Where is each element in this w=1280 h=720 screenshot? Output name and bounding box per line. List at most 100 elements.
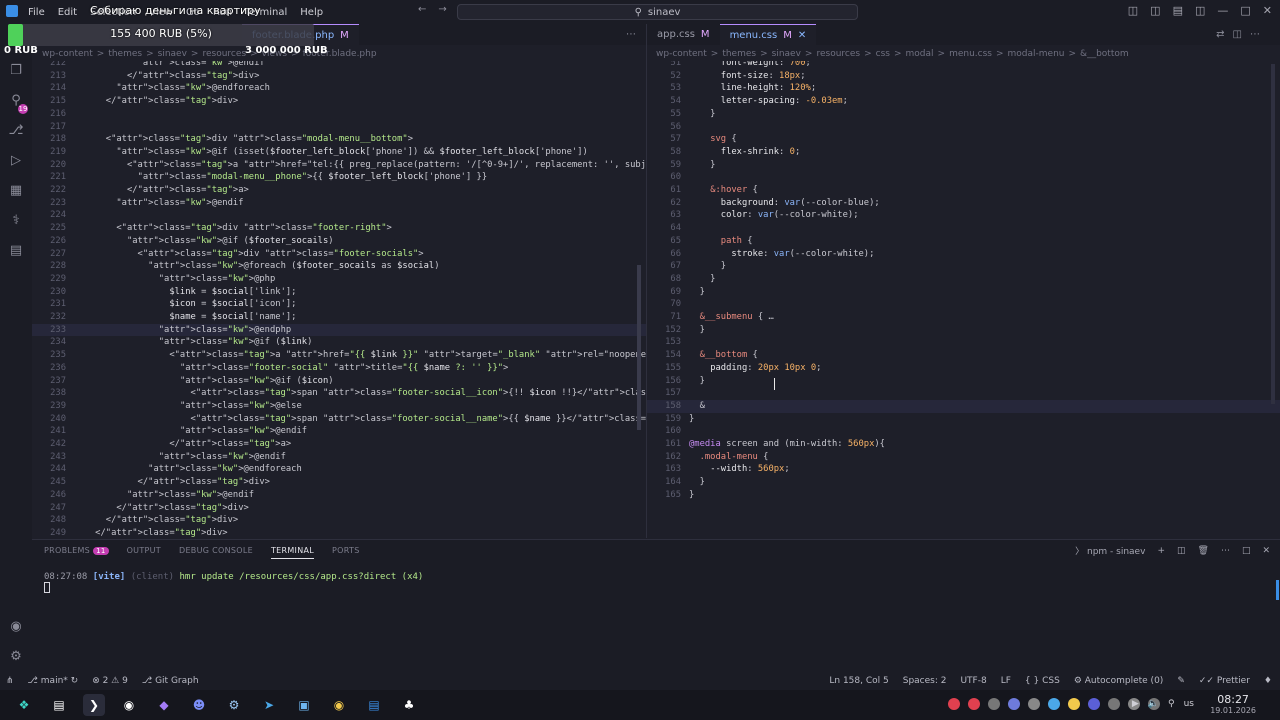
eol[interactable]: LF [1001, 676, 1011, 686]
breadcrumb-item[interactable]: wp-content [42, 49, 93, 59]
back-arrow-icon[interactable]: ← [418, 4, 426, 15]
code-line[interactable]: 223 "attr">class="kw">@endif [32, 197, 646, 210]
code-line[interactable]: 220 <"attr">class="tag">a "attr">href="t… [32, 159, 646, 172]
layout-icon[interactable]: ◫ [1128, 4, 1138, 17]
account-icon[interactable]: ◉ [8, 618, 24, 634]
code-line[interactable]: 161 @media screen and (min-width: 560px){ [647, 438, 1280, 451]
tray-telegram-icon[interactable] [1048, 698, 1060, 710]
code-line[interactable]: 157 [647, 387, 1280, 400]
breadcrumb-item[interactable]: modal-menu [1008, 49, 1065, 59]
code-line[interactable]: 239 "attr">class="kw">@else [32, 400, 646, 413]
vscode-app-icon[interactable]: ▤ [363, 694, 385, 716]
network-icon[interactable]: ⚲ [1168, 699, 1175, 709]
code-line[interactable]: 244 "attr">class="kw">@endforeach [32, 463, 646, 476]
code-line[interactable]: 230 $link = $social['link']; [32, 286, 646, 299]
branch-status[interactable]: ⎇ main* ↻ [28, 676, 79, 686]
code-line[interactable]: 59 } [647, 159, 1280, 172]
code-line[interactable]: 56 [647, 121, 1280, 134]
code-line[interactable]: 164 } [647, 476, 1280, 489]
language-mode[interactable]: { } CSS [1025, 676, 1060, 686]
obs-icon[interactable]: ◉ [118, 694, 140, 716]
code-line[interactable]: 212 "attr">class="kw">@endif [32, 61, 646, 70]
minimize-icon[interactable]: — [1217, 4, 1228, 17]
code-line[interactable]: 53 line-height: 120%; [647, 82, 1280, 95]
code-line[interactable]: 156 } [647, 375, 1280, 388]
code-line[interactable]: 225 <"attr">class="tag">div "attr">class… [32, 222, 646, 235]
autocomplete-status[interactable]: ⚙ Autocomplete (0) [1074, 676, 1163, 686]
indentation[interactable]: Spaces: 2 [903, 676, 947, 686]
breadcrumb-item[interactable]: themes [722, 49, 756, 59]
command-center-search[interactable]: ⚲ sinaev [457, 4, 858, 20]
code-line[interactable]: 65 path { [647, 235, 1280, 248]
code-line[interactable]: 227 <"attr">class="tag">div "attr">class… [32, 248, 646, 261]
tray-red-icon[interactable] [948, 698, 960, 710]
tab-ports[interactable]: PORTS [332, 546, 360, 559]
copilot-icon[interactable]: ✎ [1177, 676, 1185, 686]
code-line[interactable]: 58 flex-shrink: 0; [647, 146, 1280, 159]
code-line[interactable]: 57 svg { [647, 133, 1280, 146]
code-line[interactable]: 71 &__submenu { … [647, 311, 1280, 324]
remote-icon[interactable]: ⋔ [6, 676, 14, 686]
right-scrollbar[interactable] [1271, 64, 1275, 404]
split-terminal-icon[interactable]: ◫ [1177, 546, 1186, 556]
code-line[interactable]: 236 "attr">class="footer-social" "attr">… [32, 362, 646, 375]
clock[interactable]: 08:27 19.01.2026 [1210, 693, 1256, 715]
tab-app-css[interactable]: app.css M [647, 24, 720, 45]
maximize-icon[interactable]: □ [1240, 4, 1250, 17]
code-line[interactable]: 152 } [647, 324, 1280, 337]
encoding[interactable]: UTF-8 [960, 676, 986, 686]
terminal-output[interactable]: 08:27:08 [vite] (client) hmr update /res… [44, 572, 423, 596]
code-line[interactable]: 54 letter-spacing: -0.03em; [647, 95, 1280, 108]
code-line[interactable]: 240 <"attr">class="tag">span "attr">clas… [32, 413, 646, 426]
notifications-icon[interactable]: ♦ [1264, 676, 1272, 686]
tray-red2-icon[interactable] [968, 698, 980, 710]
testing-icon[interactable]: ⚕ [8, 212, 24, 228]
code-line[interactable]: 66 stroke: var(--color-white); [647, 248, 1280, 261]
code-line[interactable]: 228 "attr">class="kw">@foreach ($footer_… [32, 260, 646, 273]
code-line[interactable]: 158 & [647, 399, 1280, 413]
code-line[interactable]: 214 "attr">class="kw">@endforeach [32, 82, 646, 95]
problems-status[interactable]: ⊗ 2 ⚠ 9 [92, 676, 128, 686]
start-menu-icon[interactable]: ❖ [13, 694, 35, 716]
code-line[interactable]: 67 } [647, 260, 1280, 273]
code-line[interactable]: 63 color: var(--color-white); [647, 209, 1280, 222]
code-line[interactable]: 61 &:hover { [647, 184, 1280, 197]
file-manager-icon[interactable]: ▣ [293, 694, 315, 716]
tab-terminal[interactable]: TERMINAL [270, 546, 315, 559]
play-icon[interactable]: ▶ [1132, 699, 1139, 709]
code-line[interactable]: 238 <"attr">class="tag">span "attr">clas… [32, 387, 646, 400]
code-line[interactable]: 221 "attr">class="modal-menu__phone">{{ … [32, 171, 646, 184]
code-line[interactable]: 217 [32, 121, 646, 134]
panel-toggle-icon[interactable]: ▤ [1173, 4, 1183, 17]
code-line[interactable]: 226 "attr">class="kw">@if ($footer_socai… [32, 235, 646, 248]
editor-actions-icon[interactable]: ⇄◫⋯ [1216, 29, 1268, 40]
terminal-scrollbar[interactable] [1276, 580, 1279, 600]
discord-icon[interactable]: ☻ [188, 694, 210, 716]
maximize-panel-icon[interactable]: □ [1242, 546, 1251, 556]
code-line[interactable]: 69 } [647, 286, 1280, 299]
breadcrumb-item[interactable]: sinaev [158, 49, 187, 59]
breadcrumb-item[interactable]: wp-content [656, 49, 707, 59]
sidebar-toggle-icon[interactable]: ◫ [1150, 4, 1160, 17]
code-line[interactable]: 155 padding: 20px 10px 0; [647, 362, 1280, 375]
obsidian-icon[interactable]: ◆ [153, 694, 175, 716]
code-line[interactable]: 243 "attr">class="kw">@endif [32, 451, 646, 464]
tray-discord-icon[interactable] [1008, 698, 1020, 710]
right-editor[interactable]: 51 font-weight: 700; 52 font-size: 18px; 5… [647, 61, 1280, 513]
breadcrumb-item[interactable]: resources [816, 49, 860, 59]
tab-output[interactable]: OUTPUT [127, 546, 161, 559]
tray-icon-8[interactable] [1088, 698, 1100, 710]
git-graph-status[interactable]: ⎇ Git Graph [142, 676, 199, 686]
code-line[interactable]: 165} [647, 489, 1280, 502]
code-line[interactable]: 153 [647, 336, 1280, 349]
gear-icon[interactable]: ⚙ [8, 648, 24, 664]
game-icon[interactable]: ♣ [398, 694, 420, 716]
close-icon[interactable]: ✕ [1263, 4, 1272, 17]
code-line[interactable]: 60 [647, 171, 1280, 184]
breadcrumb-item[interactable]: menu.css [949, 49, 992, 59]
keyboard-layout[interactable]: us [1184, 699, 1194, 709]
code-line[interactable]: 64 [647, 222, 1280, 235]
telegram-icon[interactable]: ➤ [258, 694, 280, 716]
more-actions-icon[interactable]: ⋯ [626, 29, 636, 40]
tray-chrome-icon[interactable] [1068, 698, 1080, 710]
